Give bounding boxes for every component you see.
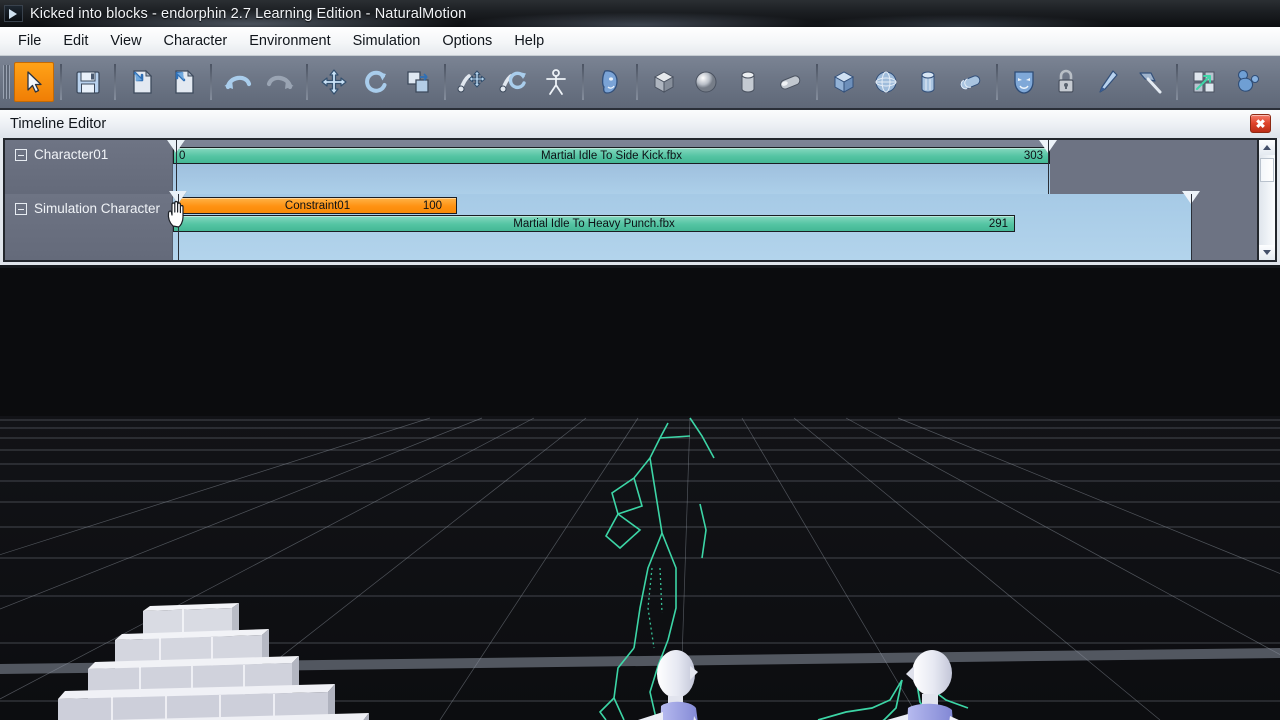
box-solid-icon[interactable] xyxy=(644,62,684,102)
app-logo-icon xyxy=(4,5,23,22)
menu-character[interactable]: Character xyxy=(153,30,239,52)
timeline-editor-window: Timeline Editor ✖ Character01 0 Martial … xyxy=(0,110,1280,268)
clip-label: Martial Idle To Side Kick.fbx xyxy=(540,149,683,162)
toolbar-separator xyxy=(582,64,584,100)
bone-translate-icon[interactable] xyxy=(452,62,492,102)
main-toolbar xyxy=(0,56,1280,110)
save-floppy-icon[interactable] xyxy=(68,62,108,102)
scale-icon[interactable] xyxy=(398,62,438,102)
track-header[interactable]: Character01 xyxy=(5,140,173,194)
sphere-solid-icon[interactable] xyxy=(686,62,726,102)
timeline-track-simulation-character[interactable]: Simulation Character Constraint01 100 Ma… xyxy=(5,191,1257,260)
menu-edit[interactable]: Edit xyxy=(52,30,99,52)
axe-hammer-icon[interactable] xyxy=(1130,62,1170,102)
menu-view[interactable]: View xyxy=(99,30,152,52)
transition-grid-icon[interactable] xyxy=(1184,62,1224,102)
3d-viewport[interactable] xyxy=(0,268,1280,720)
rotate-icon[interactable] xyxy=(356,62,396,102)
stick-figure-icon[interactable] xyxy=(536,62,576,102)
in-marker-line xyxy=(176,140,177,194)
import-file-icon[interactable] xyxy=(122,62,162,102)
undo-arrow-icon[interactable] xyxy=(218,62,258,102)
menubar: File Edit View Character Environment Sim… xyxy=(0,27,1280,56)
toolbar-separator xyxy=(114,64,116,100)
bone-rotate-icon[interactable] xyxy=(494,62,534,102)
in-marker-line xyxy=(178,194,179,260)
ragdoll-character-icon[interactable] xyxy=(1226,62,1266,102)
toolbar-separator xyxy=(444,64,446,100)
out-marker-line xyxy=(1191,194,1192,260)
collapse-minus-icon[interactable] xyxy=(15,149,27,161)
track-label: Character01 xyxy=(34,147,109,162)
timeline-track-character01[interactable]: Character01 0 Martial Idle To Side Kick.… xyxy=(5,140,1257,194)
toolbar-separator xyxy=(816,64,818,100)
toolbar-separator xyxy=(306,64,308,100)
mask-face-icon[interactable] xyxy=(1004,62,1044,102)
clip-end-frame: 100 xyxy=(422,199,442,212)
clip-label: Martial Idle To Heavy Punch.fbx xyxy=(513,217,675,230)
scroll-up-arrow-icon[interactable] xyxy=(1259,140,1275,155)
scrollbar-thumb[interactable] xyxy=(1260,158,1274,182)
capsule-solid-icon[interactable] xyxy=(770,62,810,102)
toolbar-separator xyxy=(1176,64,1178,100)
window-titlebar: Kicked into blocks - endorphin 2.7 Learn… xyxy=(0,0,1280,27)
export-file-icon[interactable] xyxy=(164,62,204,102)
clip-end-frame: 291 xyxy=(988,217,1008,230)
cylinder-solid-icon[interactable] xyxy=(728,62,768,102)
sphere-wireframe-icon[interactable] xyxy=(866,62,906,102)
window-title: Kicked into blocks - endorphin 2.7 Learn… xyxy=(30,5,467,22)
toolbar-separator xyxy=(636,64,638,100)
timeline-clip-constraint[interactable]: Constraint01 100 xyxy=(178,197,457,214)
lane-range-band xyxy=(173,164,1050,194)
menu-simulation[interactable]: Simulation xyxy=(342,30,432,52)
pin-pen-icon[interactable] xyxy=(1088,62,1128,102)
capsule-blue-icon[interactable] xyxy=(950,62,990,102)
close-icon[interactable]: ✖ xyxy=(1250,114,1271,133)
track-lane[interactable]: 0 Martial Idle To Side Kick.fbx 303 xyxy=(167,140,1257,194)
timeline-vertical-scrollbar[interactable] xyxy=(1257,140,1275,260)
toolbar-separator xyxy=(996,64,998,100)
move-translate-icon[interactable] xyxy=(314,62,354,102)
clip-label: Constraint01 xyxy=(284,199,351,212)
timeline-clip[interactable]: 0 Martial Idle To Side Kick.fbx 303 xyxy=(173,147,1050,164)
viewport-scene xyxy=(0,268,1280,720)
head-profile-icon[interactable] xyxy=(590,62,630,102)
out-marker-line xyxy=(1048,140,1049,194)
menu-file[interactable]: File xyxy=(7,30,52,52)
toolbar-separator xyxy=(210,64,212,100)
timeline-clip-animation[interactable]: Martial Idle To Heavy Punch.fbx 291 xyxy=(173,215,1015,232)
timeline-editor-title: Timeline Editor xyxy=(10,116,107,132)
select-arrow-icon[interactable] xyxy=(14,62,54,102)
redo-arrow-icon[interactable] xyxy=(260,62,300,102)
menu-environment[interactable]: Environment xyxy=(238,30,341,52)
head xyxy=(657,650,695,698)
head xyxy=(912,650,952,696)
timeline-body: Character01 0 Martial Idle To Side Kick.… xyxy=(3,138,1277,262)
endorphin-app-window: Kicked into blocks - endorphin 2.7 Learn… xyxy=(0,0,1280,720)
track-lane[interactable]: Constraint01 100 Martial Idle To Heavy P… xyxy=(169,191,1257,260)
collapse-minus-icon[interactable] xyxy=(15,203,27,215)
scroll-down-arrow-icon[interactable] xyxy=(1259,245,1275,260)
timeline-tracks[interactable]: Character01 0 Martial Idle To Side Kick.… xyxy=(5,140,1257,260)
cylinder-blue-icon[interactable] xyxy=(908,62,948,102)
menu-help[interactable]: Help xyxy=(503,30,555,52)
toolbar-drag-grip[interactable] xyxy=(3,65,10,99)
timeline-editor-titlebar: Timeline Editor ✖ xyxy=(0,110,1280,138)
track-header[interactable]: Simulation Character xyxy=(5,194,173,260)
menu-options[interactable]: Options xyxy=(431,30,503,52)
lock-icon[interactable] xyxy=(1046,62,1086,102)
box-blue-icon[interactable] xyxy=(824,62,864,102)
track-label: Simulation Character xyxy=(34,201,161,216)
toolbar-separator xyxy=(60,64,62,100)
